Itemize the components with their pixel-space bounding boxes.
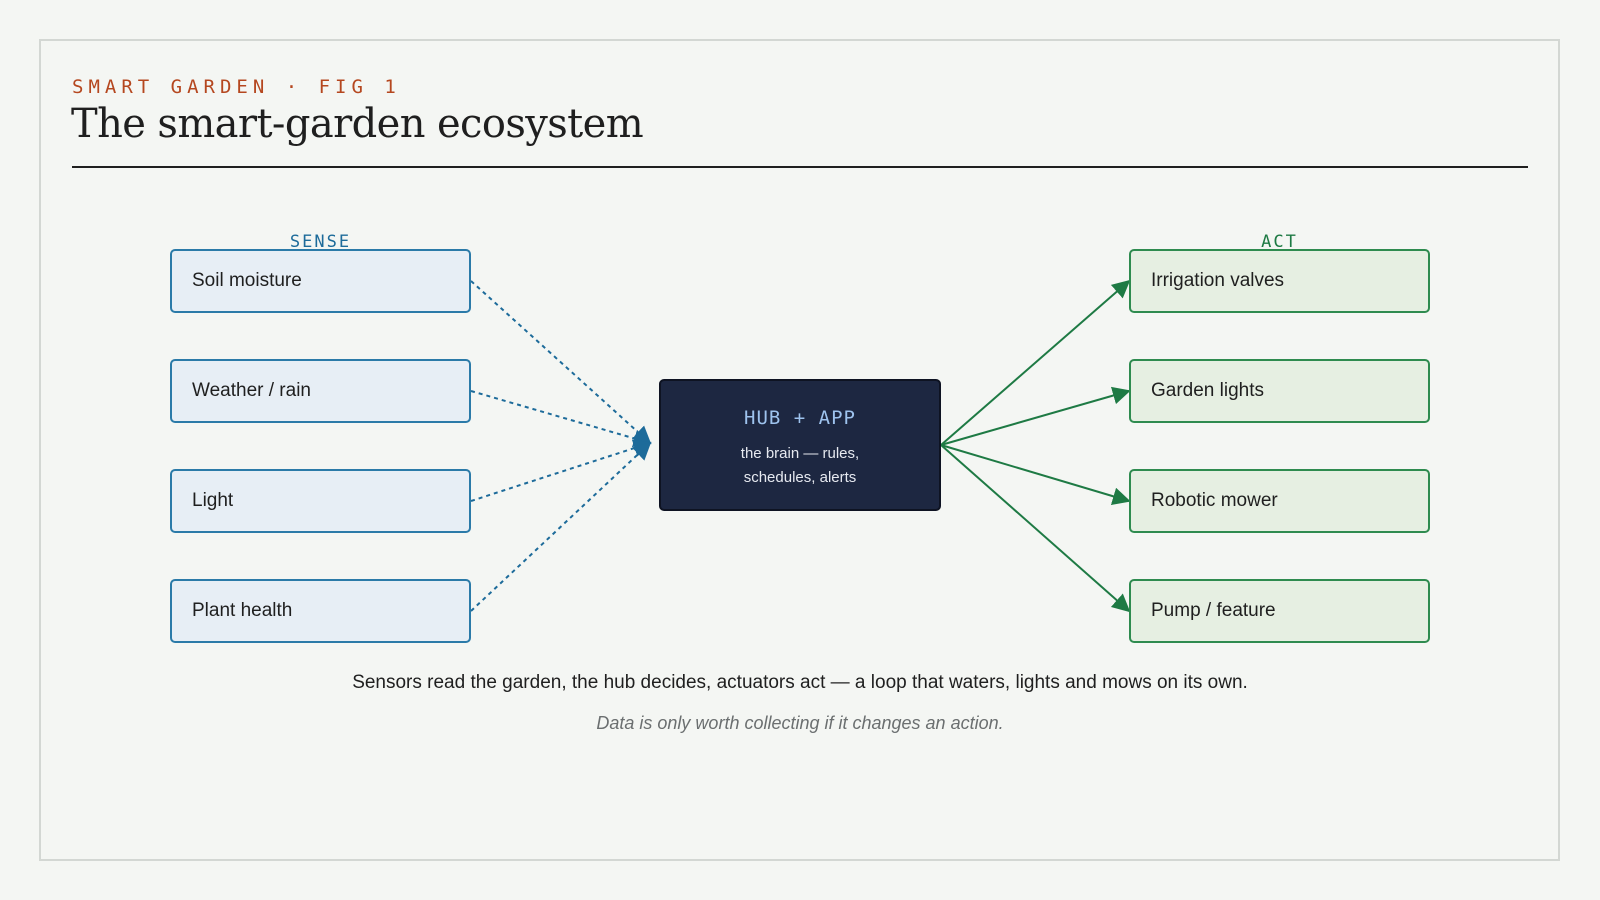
figure-caption: Sensors read the garden, the hub decides…	[352, 672, 1248, 693]
link-plant-health-to-hub	[470, 441, 652, 612]
sensor-plant-health: Plant health	[170, 579, 471, 643]
hub-description: the brain — rules, schedules, alerts	[661, 442, 939, 490]
link-hub-to-robotic-mower	[940, 444, 1131, 506]
sensor-weather-rain: Weather / rain	[170, 359, 471, 423]
hub-app-node: HUB + APP the brain — rules, schedules, …	[659, 379, 941, 511]
link-soil-moisture-to-hub	[470, 280, 652, 445]
hub-description-line-1: the brain — rules,	[740, 445, 860, 462]
actuator-irrigation-valves: Irrigation valves	[1129, 249, 1430, 313]
link-hub-to-garden-lights	[940, 386, 1131, 446]
link-light-to-hub	[470, 439, 652, 502]
sensor-light: Light	[170, 469, 471, 533]
sensor-soil-moisture: Soil moisture	[170, 249, 471, 313]
link-hub-to-pump-feature	[940, 444, 1131, 613]
actuator-robotic-mower: Robotic mower	[1129, 469, 1430, 533]
actuator-garden-lights: Garden lights	[1129, 359, 1430, 423]
link-weather-rain-to-hub	[470, 390, 652, 448]
link-hub-to-irrigation-valves	[940, 279, 1131, 446]
hub-description-line-2: schedules, alerts	[743, 469, 857, 486]
figure-note: Data is only worth collecting if it chan…	[596, 713, 1004, 733]
hub-title: HUB + APP	[744, 407, 856, 429]
actuator-pump-feature: Pump / feature	[1129, 579, 1430, 643]
